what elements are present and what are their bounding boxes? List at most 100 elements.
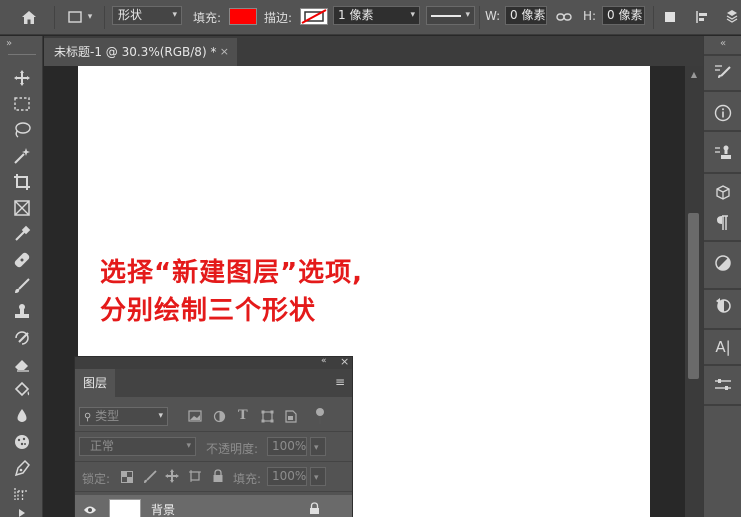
width-label: W: (485, 9, 501, 23)
shape-mode-value: 形状 (118, 8, 143, 22)
layer-filter-row: ⚲ 类型 ▾ T (75, 405, 352, 429)
shape-mode-select[interactable]: 形状 ▾ (112, 6, 182, 25)
fill-dropdown[interactable]: ▾ (310, 467, 326, 486)
frame-tool-icon[interactable] (9, 196, 35, 220)
close-icon[interactable]: × (340, 355, 349, 368)
chevron-down-icon: ▾ (172, 10, 177, 20)
panel-menu-icon[interactable]: ≡ (335, 375, 345, 389)
options-bar: ▾ 形状 ▾ 填充: 描边: 1 像素 ▾ ▾ W: 0 像素 H: 0 像素 (0, 0, 741, 35)
chevron-down-icon: ▾ (314, 473, 319, 483)
stroke-label: 描边: (264, 11, 293, 25)
properties-icon[interactable] (709, 372, 737, 398)
lock-transparent-icon[interactable] (121, 471, 133, 486)
blend-mode-row: 正常 ▾ 不透明度: 100% ▾ (75, 435, 352, 459)
search-icon: ⚲ (84, 412, 92, 423)
lock-pixels-icon[interactable] (143, 470, 157, 487)
paragraph-icon[interactable] (709, 210, 737, 236)
move-tool-icon[interactable] (9, 66, 35, 90)
chevron-down-icon: ▾ (410, 10, 415, 20)
fill-field[interactable]: 100% (267, 467, 307, 486)
home-icon[interactable] (19, 7, 39, 27)
3d-icon[interactable] (709, 180, 737, 206)
opacity-label: 不透明度: (206, 442, 259, 456)
collapse-icon[interactable]: » (6, 38, 12, 49)
eye-icon[interactable] (83, 504, 97, 517)
adjustments-icon[interactable] (709, 250, 737, 276)
close-icon[interactable]: × (220, 38, 229, 66)
path-operations-icon[interactable] (660, 7, 680, 27)
type-filter-icon[interactable]: T (238, 408, 248, 423)
chevron-down-icon: ▾ (186, 441, 191, 451)
pen-tool-icon[interactable] (9, 456, 35, 480)
stroke-color-swatch[interactable] (300, 8, 328, 25)
lock-label: 锁定: (82, 472, 111, 486)
brush-settings-icon[interactable] (709, 58, 737, 84)
blend-mode-select[interactable]: 正常 ▾ (79, 437, 196, 456)
collapse-icon[interactable]: « (720, 38, 726, 49)
annotation-line-1: 选择“新建图层”选项, (100, 258, 364, 288)
crop-tool-icon[interactable] (9, 170, 35, 194)
brush-tool-icon[interactable] (9, 274, 35, 298)
stroke-width-value: 1 像素 (338, 8, 374, 22)
collapse-icon[interactable]: « (321, 356, 327, 366)
layer-kind-value: 类型 (95, 409, 120, 423)
fill-label: 填充: (193, 11, 222, 25)
document-tab-title: 未标题-1 @ 30.3%(RGB/8) * (54, 45, 217, 59)
lock-all-icon[interactable] (212, 469, 224, 486)
clone-source-icon[interactable] (709, 140, 737, 166)
layers-panel: « × 图层 ≡ ⚲ 类型 ▾ T 正常 ▾ 不透明度: 100% ▾ 锁定: … (74, 355, 353, 517)
type-tool-icon[interactable] (9, 482, 35, 506)
adjustment-filter-icon[interactable] (213, 410, 226, 426)
filter-toggle-icon[interactable] (315, 407, 325, 428)
layer-row[interactable]: 背景 (75, 495, 352, 517)
layer-kind-select[interactable]: ⚲ 类型 ▾ (79, 407, 168, 426)
tab-layers[interactable]: 图层 (75, 369, 115, 397)
styles-icon[interactable] (709, 292, 737, 318)
lock-position-icon[interactable] (165, 469, 179, 486)
blur-tool-icon[interactable] (9, 404, 35, 428)
eyedropper-tool-icon[interactable] (9, 222, 35, 246)
tool-preset-picker[interactable]: ▾ (62, 7, 98, 27)
height-label: H: (583, 9, 597, 23)
path-arrangement-icon[interactable] (722, 7, 741, 27)
fill-color-swatch[interactable] (229, 8, 257, 25)
path-select-tool-icon[interactable] (9, 508, 35, 517)
marquee-tool-icon[interactable] (9, 92, 35, 116)
opacity-dropdown[interactable]: ▾ (310, 437, 326, 456)
history-brush-tool-icon[interactable] (9, 326, 35, 350)
stroke-width-field[interactable]: 1 像素 ▾ (333, 6, 420, 25)
clone-stamp-tool-icon[interactable] (9, 300, 35, 324)
chevron-down-icon: ▾ (314, 443, 319, 453)
layer-name: 背景 (151, 503, 176, 517)
healing-brush-tool-icon[interactable] (9, 248, 35, 272)
lasso-tool-icon[interactable] (9, 118, 35, 142)
fill-label: 填充: (233, 472, 262, 486)
magic-wand-tool-icon[interactable] (9, 144, 35, 168)
shape-filter-icon[interactable] (261, 410, 274, 426)
character-icon[interactable]: A| (709, 334, 737, 360)
paint-bucket-tool-icon[interactable] (9, 378, 35, 402)
fill-value: 100% (272, 469, 307, 483)
link-icon[interactable] (554, 7, 574, 27)
height-field[interactable]: 0 像素 (602, 6, 645, 25)
vertical-scrollbar[interactable]: ▲ (685, 66, 703, 517)
lock-artboard-icon[interactable] (188, 469, 202, 486)
scroll-up-icon[interactable]: ▲ (685, 68, 703, 82)
scrollbar-thumb[interactable] (688, 213, 699, 379)
annotation-line-2: 分别绘制三个形状 (100, 296, 317, 326)
sponge-tool-icon[interactable] (9, 430, 35, 454)
chevron-down-icon: ▾ (465, 10, 470, 20)
path-alignment-icon[interactable] (692, 7, 712, 27)
pixel-filter-icon[interactable] (188, 410, 202, 425)
opacity-field[interactable]: 100% (267, 437, 307, 456)
layer-thumbnail[interactable] (109, 499, 141, 517)
stroke-type-select[interactable]: ▾ (426, 6, 475, 25)
info-icon[interactable] (709, 100, 737, 126)
opacity-value: 100% (272, 439, 307, 453)
layers-panel-titlebar[interactable]: « × (75, 355, 352, 369)
document-tab[interactable]: 未标题-1 @ 30.3%(RGB/8) * × (44, 38, 237, 66)
eraser-tool-icon[interactable] (9, 352, 35, 376)
smart-object-filter-icon[interactable] (285, 410, 297, 426)
stroke-line-preview (431, 15, 461, 17)
width-field[interactable]: 0 像素 (505, 6, 547, 25)
